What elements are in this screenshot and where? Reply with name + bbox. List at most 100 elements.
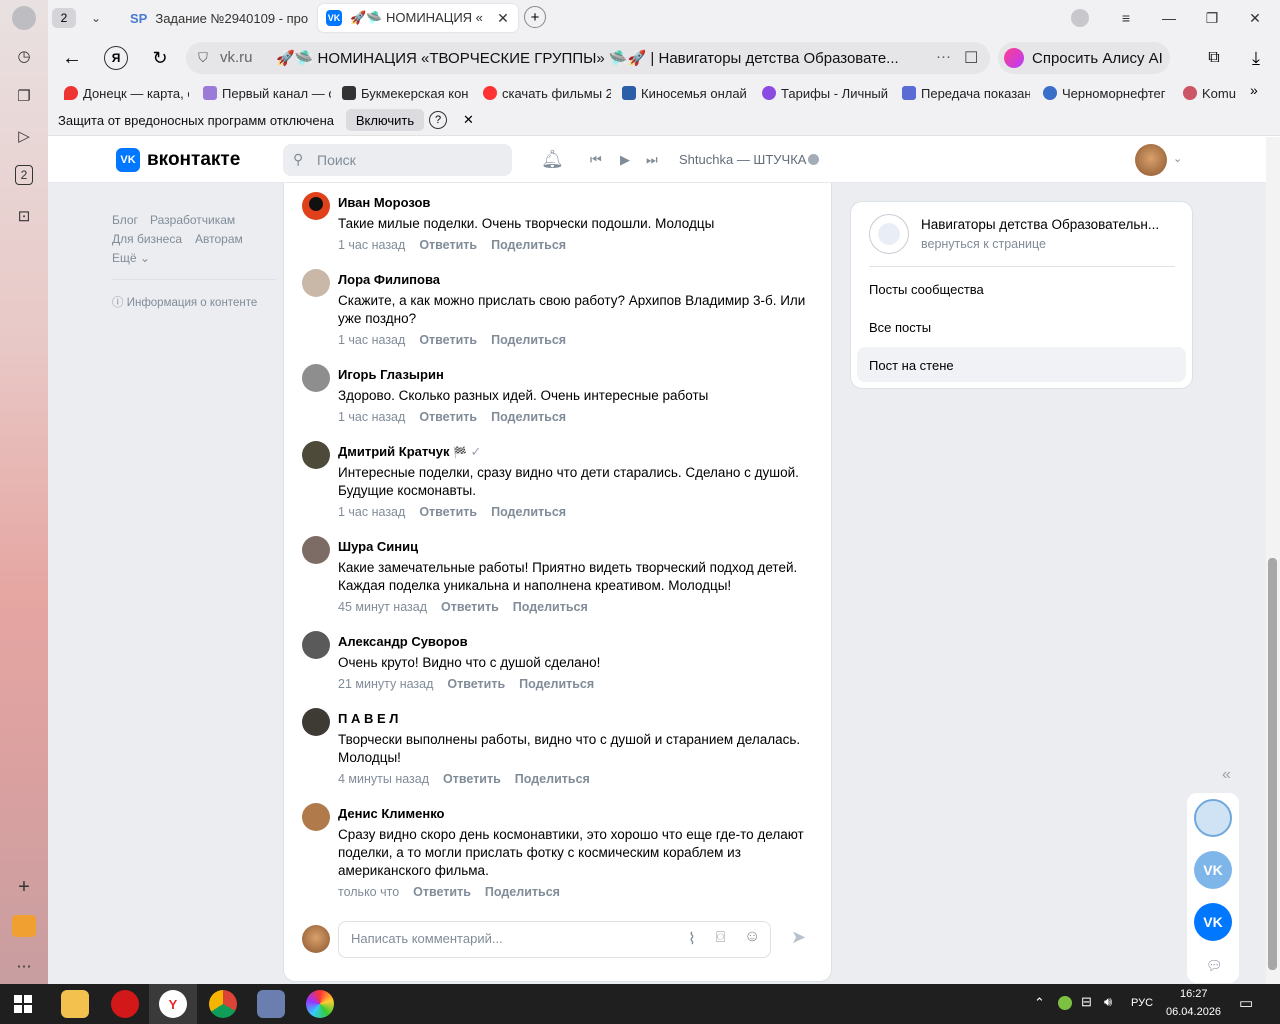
- more-icon[interactable]: ⋯: [13, 955, 35, 977]
- content-info-link[interactable]: ⓘ Информация о контенте: [112, 294, 257, 310]
- comment-author[interactable]: Денис Клименко: [338, 806, 445, 821]
- camera-icon[interactable]: ⌼: [716, 929, 725, 946]
- vk-widget-icon[interactable]: VK: [1194, 851, 1232, 889]
- help-icon[interactable]: ?: [429, 111, 447, 129]
- shield-icon[interactable]: ⛉: [194, 49, 212, 67]
- share-button[interactable]: Поделиться: [491, 410, 566, 424]
- emoji-icon[interactable]: ☺: [744, 928, 760, 946]
- play-icon[interactable]: ▶: [620, 152, 630, 168]
- chevron-down-icon[interactable]: ⌄: [86, 8, 106, 28]
- back-icon[interactable]: ←: [60, 46, 84, 70]
- play-icon[interactable]: ▷: [13, 125, 35, 147]
- more-link[interactable]: Ещё ⌄: [112, 251, 150, 265]
- restore-icon[interactable]: ❐: [1198, 6, 1226, 30]
- bookmark-item[interactable]: Первый канал — с: [203, 84, 331, 102]
- globe-widget-icon[interactable]: [1194, 799, 1232, 837]
- next-track-icon[interactable]: ⏭: [646, 152, 658, 168]
- menu-icon[interactable]: ≡: [1112, 6, 1140, 30]
- avatar[interactable]: [302, 269, 330, 297]
- vk-messenger-icon[interactable]: VK: [1194, 903, 1232, 941]
- reply-button[interactable]: Ответить: [413, 885, 471, 899]
- tab-counter[interactable]: 2: [52, 8, 76, 28]
- volume-icon[interactable]: 🔊︎: [1104, 994, 1112, 1010]
- avatar[interactable]: [302, 192, 330, 220]
- clock-time[interactable]: 16:27: [1180, 988, 1208, 1000]
- close-tab-icon[interactable]: ✕: [494, 8, 512, 28]
- more-bookmarks-icon[interactable]: »: [1250, 82, 1258, 98]
- comment-author[interactable]: Иван Морозов: [338, 195, 430, 210]
- comment-time[interactable]: 1 час назад: [338, 333, 405, 347]
- notifications-icon[interactable]: ▭: [1239, 994, 1253, 1012]
- language-indicator[interactable]: РУС: [1131, 997, 1153, 1009]
- comment-time[interactable]: 45 минут назад: [338, 600, 427, 614]
- minimize-icon[interactable]: —: [1155, 6, 1183, 30]
- comment-time[interactable]: 21 минуту назад: [338, 677, 433, 691]
- tabs-count-icon[interactable]: 2: [15, 165, 33, 185]
- avatar[interactable]: [302, 441, 330, 469]
- attach-icon[interactable]: ⌇: [688, 929, 696, 949]
- comment-author[interactable]: Игорь Глазырин: [338, 367, 444, 382]
- bookmark-item[interactable]: Букмекерская кон: [342, 84, 470, 102]
- more-dots-icon[interactable]: ···: [936, 48, 951, 65]
- share-button[interactable]: Поделиться: [491, 333, 566, 347]
- reply-button[interactable]: Ответить: [419, 410, 477, 424]
- menu-wall-post[interactable]: Пост на стене: [869, 358, 954, 373]
- vk-logo-text[interactable]: вконтакте: [147, 149, 240, 171]
- share-button[interactable]: Поделиться: [513, 600, 588, 614]
- extensions-icon[interactable]: ⧉: [1202, 46, 1226, 70]
- bookmark-item[interactable]: скачать фильмы 2: [483, 84, 611, 102]
- bookmark-item[interactable]: Передача показан: [902, 84, 1030, 102]
- back-to-page-link[interactable]: вернуться к странице: [921, 237, 1046, 251]
- yandex-icon[interactable]: Я: [104, 46, 128, 70]
- bell-icon[interactable]: 🔔︎: [541, 149, 564, 170]
- avatar[interactable]: [302, 364, 330, 392]
- share-button[interactable]: Поделиться: [491, 238, 566, 252]
- new-tab-icon[interactable]: +: [524, 6, 546, 28]
- collapse-icon[interactable]: «: [1222, 766, 1231, 784]
- reply-button[interactable]: Ответить: [419, 333, 477, 347]
- bookmark-item[interactable]: Черноморнефтег: [1043, 84, 1171, 102]
- comment-time[interactable]: 1 час назад: [338, 410, 405, 424]
- avatar[interactable]: [302, 708, 330, 736]
- chat-icon[interactable]: 💬︎: [1206, 958, 1223, 974]
- user-avatar[interactable]: [1135, 144, 1167, 176]
- avatar[interactable]: [302, 631, 330, 659]
- player-track[interactable]: Shtuchka — ШТУЧКА: [679, 152, 806, 167]
- mail-icon[interactable]: [12, 915, 36, 937]
- menu-community-posts[interactable]: Посты сообщества: [869, 282, 984, 297]
- comment-author[interactable]: Дмитрий Кратчук 🏁 ✓: [338, 444, 481, 460]
- history-icon[interactable]: ◷: [13, 45, 35, 67]
- close-window-icon[interactable]: ✕: [1241, 6, 1269, 30]
- blog-link[interactable]: Блог: [112, 213, 138, 227]
- profile-avatar[interactable]: [12, 6, 36, 30]
- share-button[interactable]: Поделиться: [491, 505, 566, 519]
- bookmark-item[interactable]: Киносемья онлай: [622, 84, 750, 102]
- vk-logo-icon[interactable]: VK: [116, 148, 140, 172]
- comment-time[interactable]: только что: [338, 885, 399, 899]
- enable-protection-button[interactable]: Включить: [346, 109, 424, 131]
- alice-button[interactable]: Спросить Алису AI: [998, 42, 1170, 74]
- search-input[interactable]: Поиск: [283, 144, 512, 176]
- user-icon[interactable]: [1071, 9, 1089, 27]
- comment-author[interactable]: Лора Филипова: [338, 272, 440, 287]
- network-icon[interactable]: ⊟: [1081, 994, 1092, 1010]
- menu-all-posts[interactable]: Все посты: [869, 320, 931, 335]
- close-icon[interactable]: ✕: [463, 112, 474, 128]
- start-icon[interactable]: [14, 995, 32, 1013]
- bookmark-item[interactable]: Komu: [1183, 84, 1237, 102]
- opera-icon[interactable]: [111, 990, 139, 1018]
- reload-icon[interactable]: ↻: [148, 46, 172, 70]
- share-button[interactable]: Поделиться: [485, 885, 560, 899]
- reply-button[interactable]: Ответить: [441, 600, 499, 614]
- app-icon[interactable]: [306, 990, 334, 1018]
- reply-button[interactable]: Ответить: [443, 772, 501, 786]
- chrome-icon[interactable]: [209, 990, 237, 1018]
- tray-up-icon[interactable]: ⌃: [1034, 995, 1045, 1011]
- business-link[interactable]: Для бизнеса: [112, 232, 182, 246]
- paint-icon[interactable]: [257, 990, 285, 1018]
- explorer-icon[interactable]: [61, 990, 89, 1018]
- comment-time[interactable]: 1 час назад: [338, 238, 405, 252]
- download-icon[interactable]: ⤓: [1244, 46, 1268, 70]
- chevron-down-icon[interactable]: ⌄: [1173, 152, 1182, 165]
- authors-link[interactable]: Авторам: [195, 232, 243, 246]
